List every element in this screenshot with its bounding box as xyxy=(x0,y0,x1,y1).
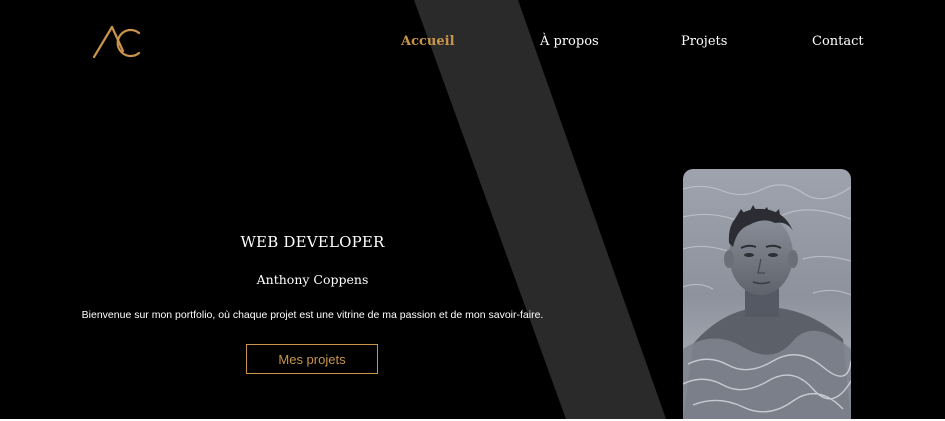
hero-name: Anthony Coppens xyxy=(256,272,369,287)
portrait-photo xyxy=(683,169,851,419)
projects-cta-button[interactable]: Mes projets xyxy=(246,344,378,374)
nav-link-accueil[interactable]: Accueil xyxy=(401,34,455,49)
page: Accueil À propos Projets Contact WEB DEV… xyxy=(0,0,945,419)
nav-link-projets[interactable]: Projets xyxy=(681,34,727,49)
nav-link-contact[interactable]: Contact xyxy=(812,34,864,49)
logo-mark-icon xyxy=(92,25,141,59)
hero-title: WEB DEVELOPER xyxy=(240,233,385,251)
logo[interactable] xyxy=(92,25,142,59)
hero-tagline: Bienvenue sur mon portfolio, où chaque p… xyxy=(81,309,544,321)
nav-link-a-propos[interactable]: À propos xyxy=(540,34,599,49)
